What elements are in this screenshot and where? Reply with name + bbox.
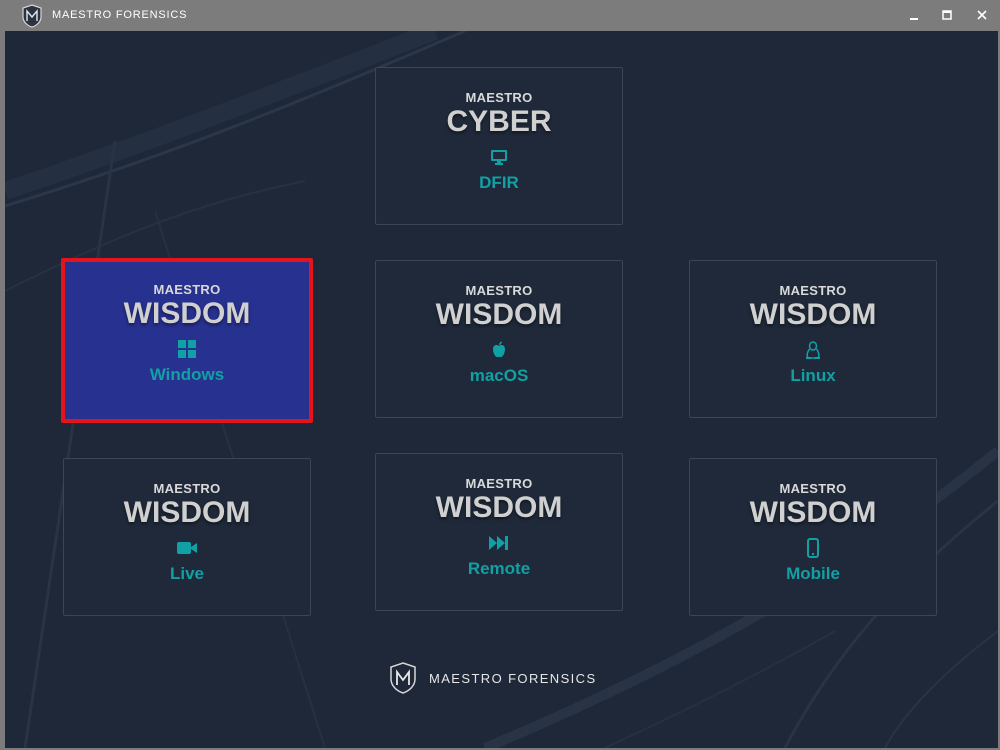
card-icon (690, 538, 936, 558)
card-product: CYBER (446, 105, 552, 138)
card-brand: MAESTRO (153, 282, 221, 297)
card-wisdom-linux[interactable]: MAESTRO WISDOM Linux (689, 260, 937, 418)
card-variant: Mobile (786, 564, 840, 583)
card-brand: MAESTRO (465, 476, 533, 491)
footer-brand-text: MAESTRO FORENSICS (429, 670, 597, 686)
footer-brand: MAESTRO FORENSICS (390, 662, 597, 694)
card-variant: Live (169, 564, 205, 583)
card-icon (376, 533, 622, 553)
card-variant: Remote (467, 559, 531, 578)
card-variant: macOS (469, 366, 529, 385)
card-brand: MAESTRO (465, 283, 533, 298)
card-brand: MAESTRO (465, 90, 533, 105)
window-title: MAESTRO FORENSICS (52, 9, 188, 21)
minimize-icon (910, 18, 918, 20)
card-product: WISDOM (435, 298, 563, 331)
card-wisdom-mobile[interactable]: MAESTRO WISDOM Mobile (689, 458, 937, 616)
linux-icon (806, 341, 820, 359)
card-product: WISDOM (435, 491, 563, 524)
card-product: WISDOM (123, 496, 251, 529)
card-wisdom-live[interactable]: MAESTRO WISDOM Live (63, 458, 311, 616)
card-icon (64, 538, 310, 558)
video-camera-icon (177, 542, 197, 554)
card-variant: Linux (790, 366, 836, 385)
card-brand: MAESTRO (153, 481, 221, 496)
monitor-icon (491, 150, 507, 165)
maximize-icon (942, 10, 952, 20)
card-product: WISDOM (123, 297, 251, 330)
card-icon (376, 340, 622, 360)
card-product: WISDOM (749, 496, 877, 529)
fast-forward-icon (489, 536, 508, 550)
windows-icon (178, 340, 196, 358)
card-variant: DFIR (479, 173, 519, 192)
close-icon (977, 10, 987, 20)
card-variant: Windows (149, 365, 225, 384)
title-bar: MAESTRO FORENSICS (0, 0, 1000, 31)
card-brand: MAESTRO (779, 283, 847, 298)
card-cyber-dfir[interactable]: MAESTRO CYBER DFIR (375, 67, 623, 225)
card-product: WISDOM (749, 298, 877, 331)
mobile-phone-icon (807, 538, 819, 558)
minimize-button[interactable] (902, 4, 926, 26)
maestro-shield-logo-icon (390, 662, 416, 694)
close-button[interactable] (970, 4, 994, 26)
apple-icon (493, 341, 505, 358)
card-icon (65, 339, 309, 359)
maximize-button[interactable] (935, 4, 959, 26)
card-wisdom-remote[interactable]: MAESTRO WISDOM Remote (375, 453, 623, 611)
card-icon (376, 147, 622, 167)
card-wisdom-windows[interactable]: MAESTRO WISDOM Windows (61, 258, 313, 423)
maestro-shield-logo-icon (22, 4, 42, 28)
card-brand: MAESTRO (779, 481, 847, 496)
card-wisdom-macos[interactable]: MAESTRO WISDOM macOS (375, 260, 623, 418)
card-icon (690, 340, 936, 360)
